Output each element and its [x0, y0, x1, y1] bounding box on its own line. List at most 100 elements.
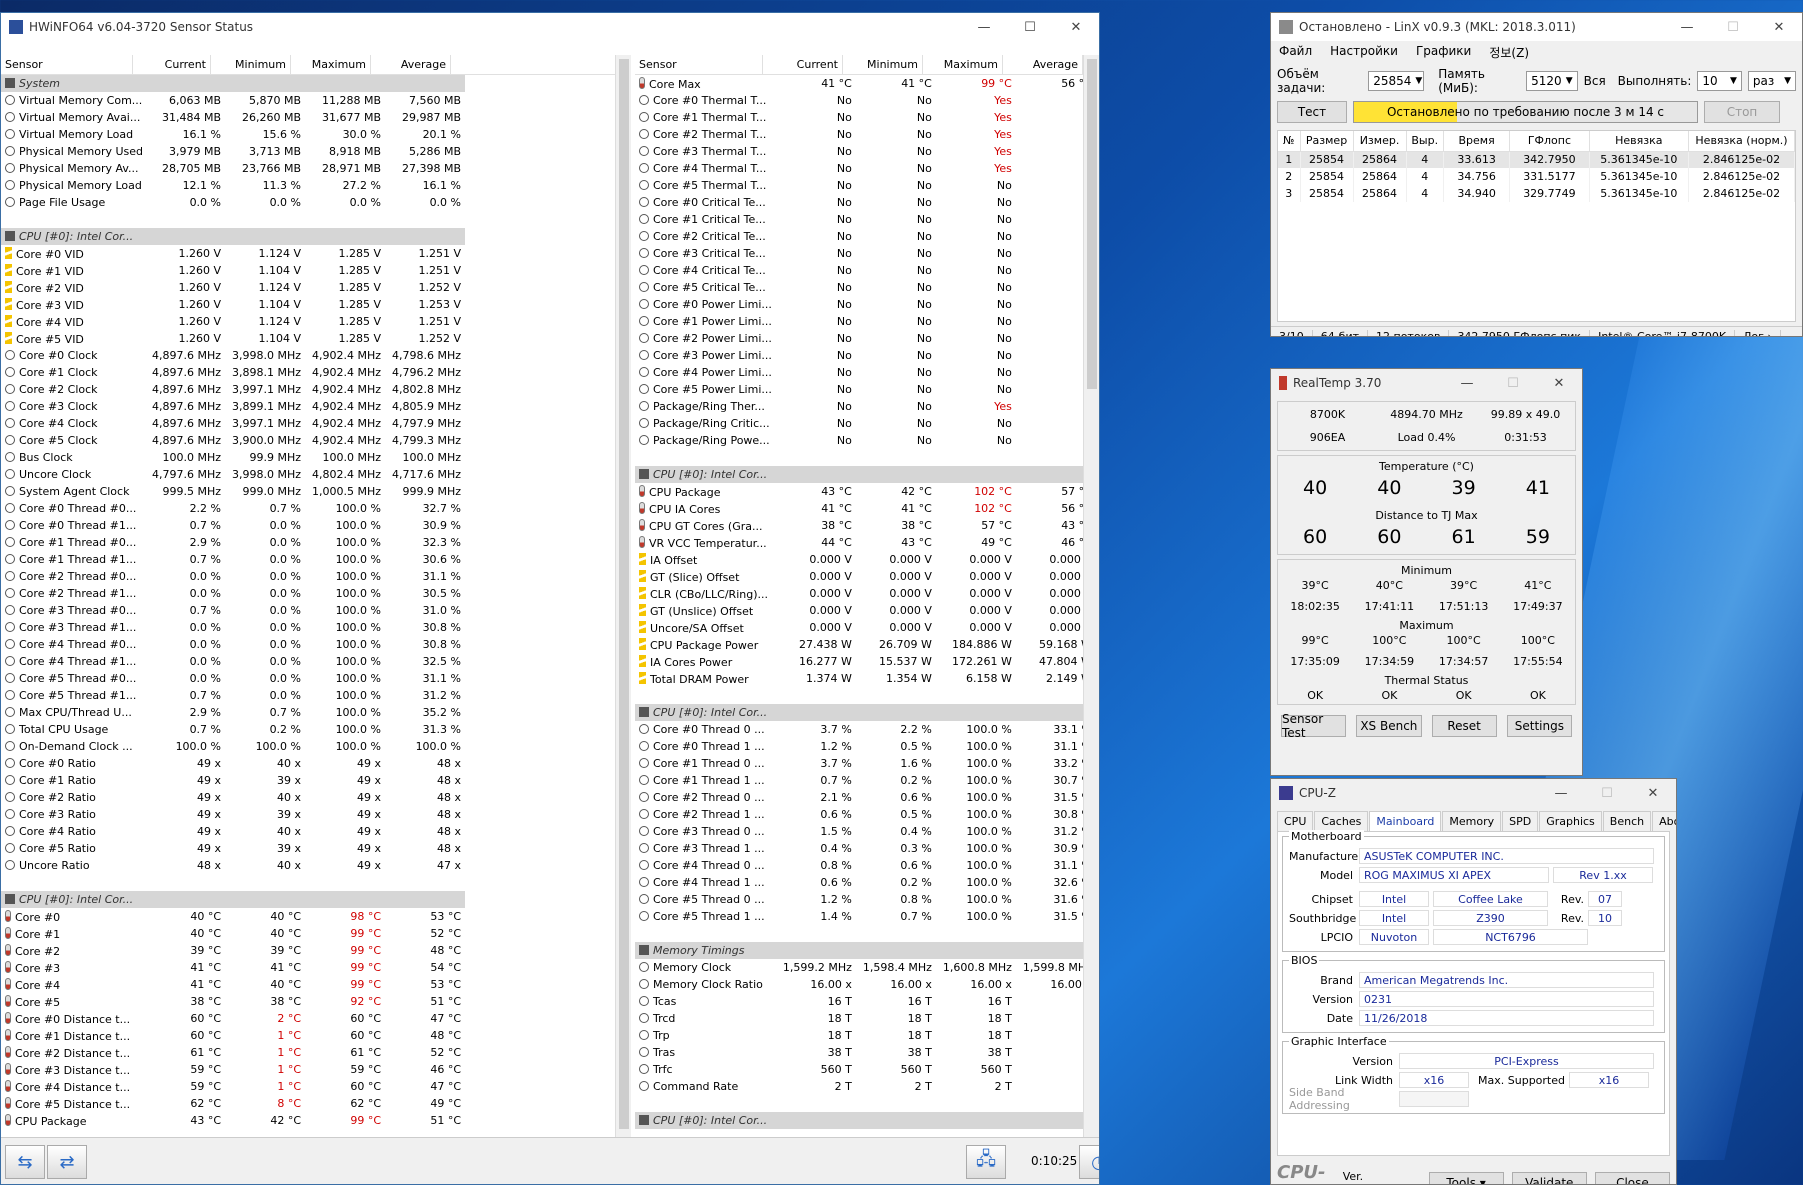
sensor-pane-right[interactable]: Sensor Current Minimum Maximum Average C… [635, 55, 1099, 1137]
nav-left-right-icon[interactable]: ⇆ [5, 1145, 45, 1179]
tools-button[interactable]: Tools ▾ [1428, 1172, 1504, 1184]
sensor-row[interactable]: Core #4 Power Limi... No No No [635, 364, 1096, 381]
close-button[interactable]: ✕ [1536, 369, 1582, 397]
sensor-row[interactable]: CPU GT Cores (Gra... 38 °C 38 °C 57 °C 43 °C [635, 517, 1096, 534]
sensor-row[interactable]: Core #0 Thread #1... 0.7 % 0.0 % 100.0 % 30.… [1, 517, 465, 534]
tab-caches[interactable]: Caches [1314, 811, 1369, 831]
sensor-row[interactable]: Core #0 Distance t... 60 °C 2 °C 60 °C 47 °C [1, 1010, 465, 1027]
sensor-row[interactable]: Core #4 Thread #1... 0.0 % 0.0 % 100.0 % 32.… [1, 653, 465, 670]
sensor-group-row[interactable]: Memory Timings [635, 942, 1096, 959]
sensor-row[interactable]: Core #0 Power Limi... No No No [635, 296, 1096, 313]
sensor-row[interactable]: Core #3 Distance t... 59 °C 1 °C 59 °C 46 °C [1, 1061, 465, 1078]
sensor-row[interactable]: Core #5 Thermal T... No No No [635, 177, 1096, 194]
minimize-button[interactable]: — [1538, 779, 1584, 807]
sensor-row[interactable]: Page File Usage 0.0 % 0.0 % 0.0 % 0.0 % [1, 194, 465, 211]
maximize-button[interactable]: ☐ [1007, 13, 1053, 41]
sensor-row[interactable]: Core #3 Thread #1... 0.0 % 0.0 % 100.0 % 30.… [1, 619, 465, 636]
sensor-row[interactable]: Core #3 Ratio 49 x 39 x 49 x 48 x [1, 806, 465, 823]
sensor-row[interactable]: Core #4 Clock 4,897.6 MHz 3,997.1 MHz 4,902… [1, 415, 465, 432]
run-count-combo[interactable]: 10 ▼ [1697, 71, 1742, 91]
sensor-row[interactable]: CPU Package 43 °C 42 °C 102 °C 57 °C [635, 483, 1096, 500]
xs-bench-button[interactable]: XS Bench [1356, 715, 1422, 737]
sensor-row[interactable]: Bus Clock 100.0 MHz 99.9 MHz 100.0 MHz 100.0… [1, 449, 465, 466]
sensor-row[interactable]: Core #4 Thermal T... No No Yes [635, 160, 1096, 177]
sensor-row[interactable]: Core #0 VID 1.260 V 1.124 V 1.285 V 1.251 V [1, 245, 465, 262]
menu-settings[interactable]: Настройки [1330, 44, 1398, 61]
sensor-group-row[interactable]: CPU [#0]: Intel Cor... [1, 228, 466, 245]
sensor-row[interactable]: Virtual Memory Load 16.1 % 15.6 % 30.0 % 20.… [1, 126, 465, 143]
col-average[interactable]: Average [371, 55, 451, 74]
sensor-group-row[interactable]: CPU [#0]: Intel Cor... [635, 704, 1096, 721]
results-col-header[interactable]: № [1278, 131, 1301, 152]
close-button[interactable]: ✕ [1756, 13, 1802, 41]
sensor-row[interactable]: Core #3 Thread #0... 0.7 % 0.0 % 100.0 % 31.… [1, 602, 465, 619]
sensor-group-row[interactable]: CPU [#0]: Intel Cor... [1, 891, 466, 908]
close-app-button[interactable]: Close [1594, 1172, 1670, 1184]
menu-graphs[interactable]: Графики [1416, 44, 1471, 61]
clock-icon[interactable]: ◷ [1079, 1145, 1099, 1179]
sensor-row[interactable]: Core #2 Thermal T... No No Yes [635, 126, 1096, 143]
sensor-row[interactable]: Core #5 Distance t... 62 °C 8 °C 62 °C 49 °C [1, 1095, 465, 1112]
results-col-header[interactable]: Невязка (норм.) [1688, 131, 1795, 152]
tab-graphics[interactable]: Graphics [1539, 811, 1602, 831]
sensor-row[interactable]: Core #3 Thread 1 ... 0.4 % 0.3 % 100.0 % 30.… [635, 840, 1096, 857]
sensor-row[interactable]: Core #1 Thread #0... 2.9 % 0.0 % 100.0 % 32.… [1, 534, 465, 551]
col-current[interactable]: Current [133, 55, 211, 74]
sensor-row[interactable]: Virtual Memory Com... 6,063 MB 5,870 MB 11,… [1, 92, 465, 109]
sensor-row[interactable]: Core #2 Thread #0... 0.0 % 0.0 % 100.0 % 31.… [1, 568, 465, 585]
sensor-row[interactable]: Core #5 Thread 1 ... 1.4 % 0.7 % 100.0 % 31.… [635, 908, 1096, 925]
col-average-right[interactable]: Average [1003, 55, 1083, 74]
sensor-row[interactable]: Core #5 Critical Te... No No No [635, 279, 1096, 296]
results-col-header[interactable]: Невязка [1589, 131, 1689, 152]
sensor-row[interactable]: Uncore Ratio 48 x 40 x 49 x 47 x [1, 857, 465, 874]
sensor-row[interactable]: Physical Memory Used 3,979 MB 3,713 MB 8,91… [1, 143, 465, 160]
tab-cpu[interactable]: CPU [1277, 811, 1314, 831]
results-row[interactable]: 1 25854 25864 4 33.613 342.7950 5.361345e-10 2.… [1278, 151, 1795, 168]
run-unit-combo[interactable]: раз ▼ [1747, 71, 1796, 91]
sensor-row[interactable]: Core #5 Thread #1... 0.7 % 0.0 % 100.0 % 31.… [1, 687, 465, 704]
sensor-row[interactable]: IA Offset 0.000 V 0.000 V 0.000 V 0.000 V [635, 551, 1096, 568]
sensor-row[interactable]: Core #0 Thermal T... No No Yes [635, 92, 1096, 109]
sensor-row[interactable]: Core #1 Clock 4,897.6 MHz 3,898.1 MHz 4,902… [1, 364, 465, 381]
sensor-row[interactable]: Core #3 Clock 4,897.6 MHz 3,899.1 MHz 4,902… [1, 398, 465, 415]
sensor-row[interactable]: Tcas 16 T 16 T 16 T [635, 993, 1096, 1010]
minimize-button[interactable]: — [1444, 369, 1490, 397]
sensor-row[interactable]: Package/Ring Critic... No No No [635, 415, 1096, 432]
sensor-row[interactable]: Core #5 Thread 0 ... 1.2 % 0.8 % 100.0 % 31.… [635, 891, 1096, 908]
sensor-row[interactable]: Core #2 Thread 0 ... 2.1 % 0.6 % 100.0 % 31.… [635, 789, 1096, 806]
sensor-row[interactable]: Core #2 Thread #1... 0.0 % 0.0 % 100.0 % 30.… [1, 585, 465, 602]
sensor-row[interactable]: Core #4 VID 1.260 V 1.124 V 1.285 V 1.251 V [1, 313, 465, 330]
close-button[interactable]: ✕ [1630, 779, 1676, 807]
sensor-row[interactable]: Package/Ring Ther... No No Yes [635, 398, 1096, 415]
sensor-row[interactable]: Uncore/SA Offset 0.000 V 0.000 V 0.000 V 0.0… [635, 619, 1096, 636]
tab-mainboard[interactable]: Mainboard [1369, 811, 1442, 831]
results-row[interactable]: 2 25854 25864 4 34.756 331.5177 5.361345e-10 2.… [1278, 168, 1795, 185]
sensor-row[interactable]: Memory Clock Ratio 16.00 x 16.00 x 16.00 x1… [635, 976, 1096, 993]
menu-info[interactable]: 정보(Z) [1489, 44, 1529, 61]
sensor-row[interactable]: Tras 38 T 38 T 38 T [635, 1044, 1096, 1061]
all-memory-checkbox[interactable]: Вся [1584, 74, 1606, 88]
settings-button[interactable]: Settings [1506, 715, 1572, 737]
sensor-test-button[interactable]: Sensor Test [1281, 712, 1347, 740]
col-minimum[interactable]: Minimum [211, 55, 291, 74]
sensor-row[interactable]: Core #4 Distance t... 59 °C 1 °C 60 °C 47 °C [1, 1078, 465, 1095]
sensor-row[interactable]: CLR (CBo/LLC/Ring)... 0.000 V 0.000 V 0.000… [635, 585, 1096, 602]
results-col-header[interactable]: Размер [1300, 131, 1354, 152]
right-scrollbar[interactable] [1083, 55, 1099, 1137]
sensor-row[interactable]: Core #4 Thread #0... 0.0 % 0.0 % 100.0 % 30.… [1, 636, 465, 653]
col-current-right[interactable]: Current [763, 55, 843, 74]
col-maximum[interactable]: Maximum [291, 55, 371, 74]
sensor-row[interactable]: Core #1 Thermal T... No No Yes [635, 109, 1096, 126]
tab-about[interactable]: About [1652, 811, 1676, 831]
sensor-row[interactable]: Virtual Memory Avai... 31,484 MB 26,260 MB… [1, 109, 465, 126]
sensor-row[interactable]: Core #3 Thread 0 ... 1.5 % 0.4 % 100.0 % 31.… [635, 823, 1096, 840]
right-scrollbar-thumb[interactable] [1087, 59, 1097, 389]
sensor-row[interactable]: Core #1 Ratio 49 x 39 x 49 x 48 x [1, 772, 465, 789]
tab-spd[interactable]: SPD [1502, 811, 1539, 831]
sensor-row[interactable]: Core #2 Thread 1 ... 0.6 % 0.5 % 100.0 % 30.… [635, 806, 1096, 823]
results-col-header[interactable]: ГФлопс [1509, 131, 1590, 152]
sensor-row[interactable]: Core #2 39 °C 39 °C 99 °C 48 °C [1, 942, 465, 959]
col-maximum-right[interactable]: Maximum [923, 55, 1003, 74]
stop-button[interactable]: Стоп [1704, 101, 1780, 123]
sensor-row[interactable]: Core #5 Ratio 49 x 39 x 49 x 48 x [1, 840, 465, 857]
